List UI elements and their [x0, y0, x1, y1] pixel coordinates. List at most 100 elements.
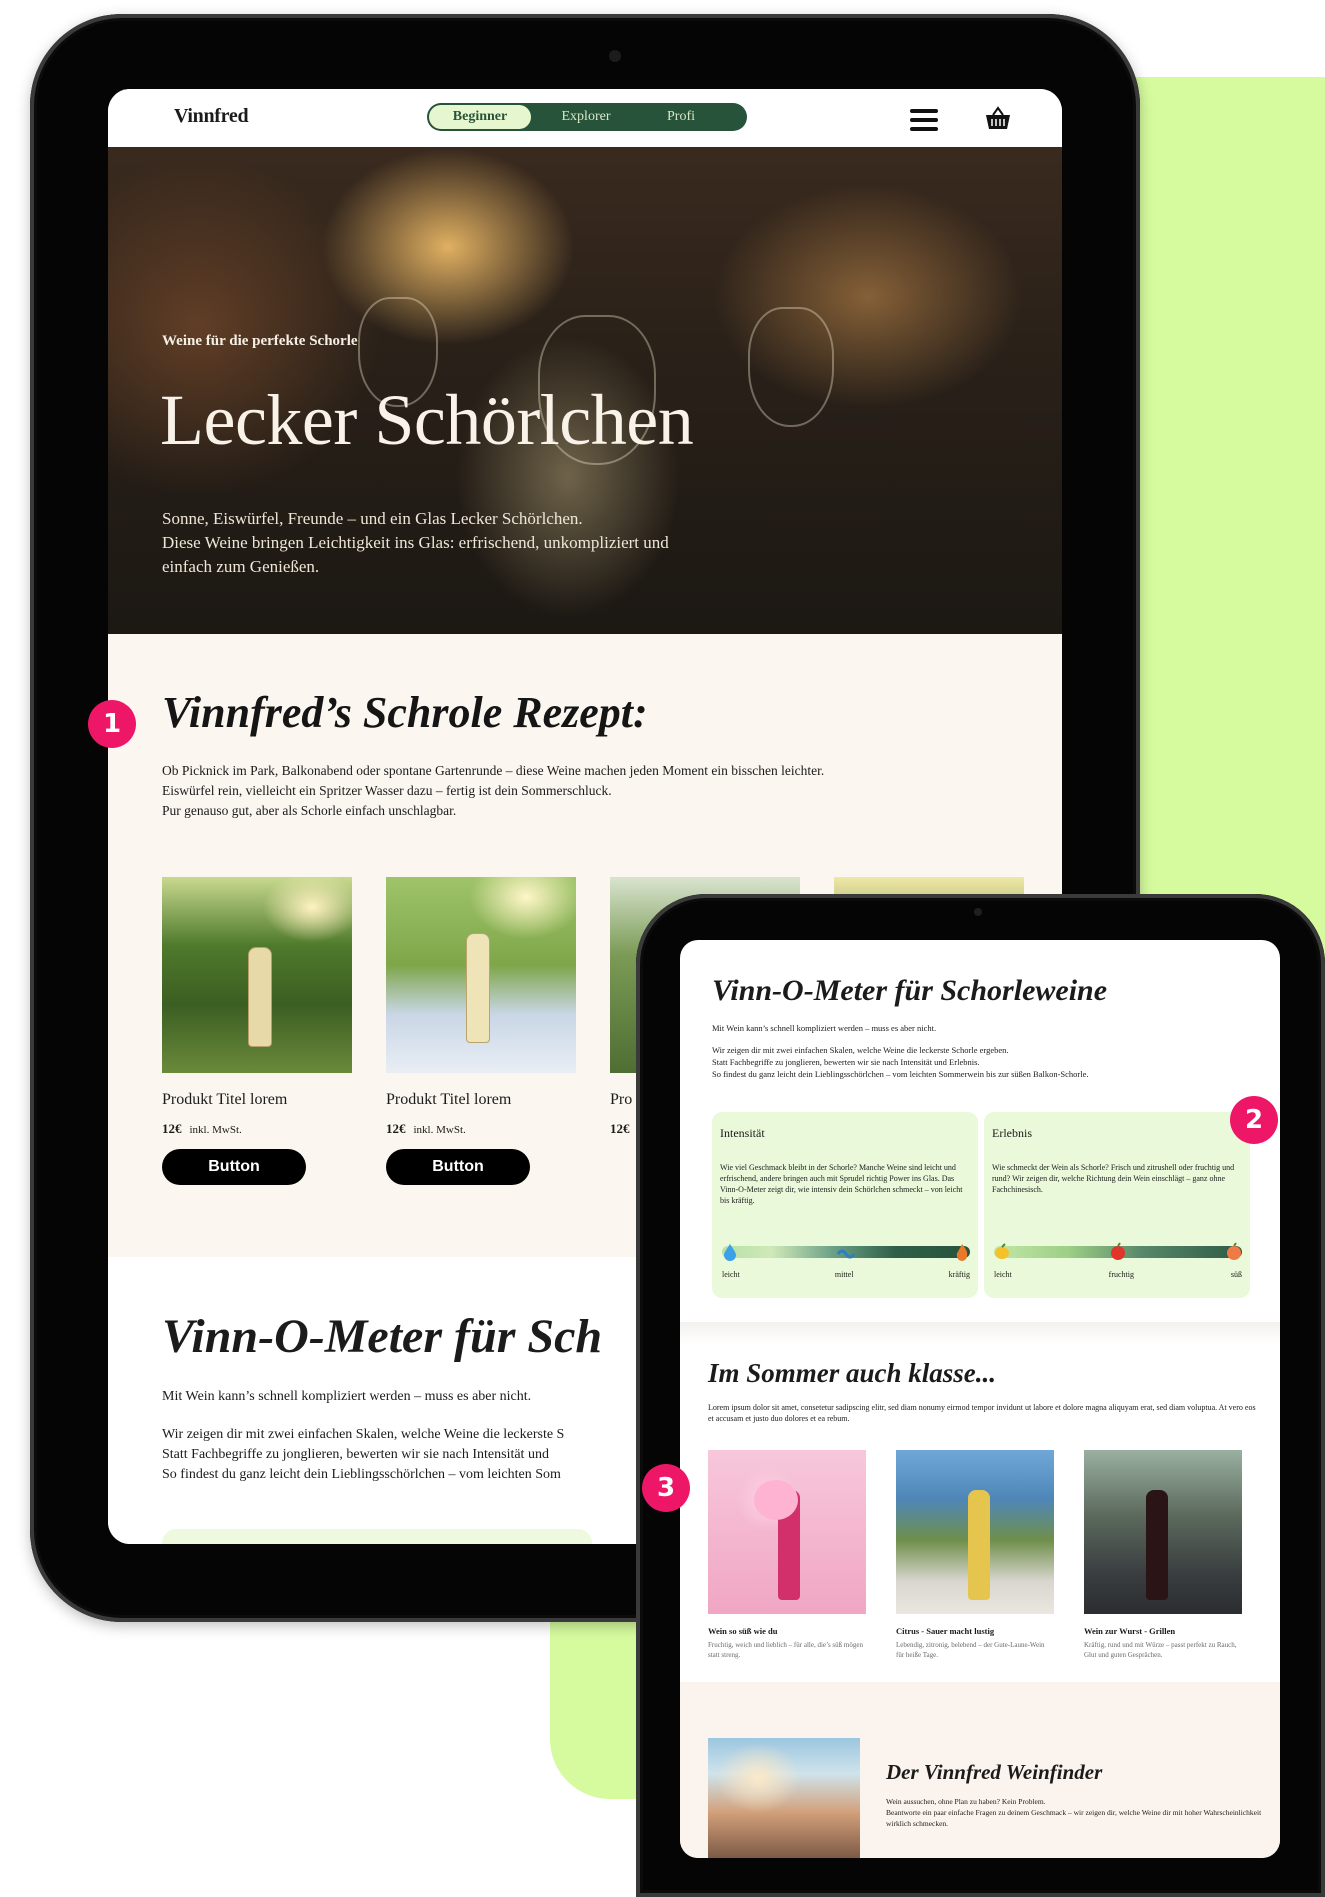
hero-text: Sonne, Eiswürfel, Freunde – und ein Glas… — [162, 507, 842, 579]
apple-icon — [1111, 1242, 1125, 1260]
hamburger-menu-icon[interactable] — [910, 109, 938, 131]
tablet-small: Vinn-O-Meter für Schorleweine Mit Wein k… — [636, 894, 1325, 1897]
finder-title: Der Vinnfred Weinfinder — [886, 1760, 1103, 1784]
recipe-text-line: Eiswürfel rein, vielleicht ein Spritzer … — [162, 783, 612, 798]
wine-bottle-image — [968, 1490, 990, 1600]
hero-text-line: einfach zum Genießen. — [162, 557, 320, 576]
card-title: Erlebnis — [992, 1126, 1032, 1140]
scale-labels: leicht fruchtig süß — [994, 1270, 1242, 1279]
summer-card-title[interactable]: Wein zur Wurst - Grillen — [1084, 1626, 1175, 1636]
lemon-icon — [995, 1243, 1009, 1259]
meter-text-line: Statt Fachbegriffe zu jonglieren, bewert… — [162, 1447, 549, 1462]
product-card[interactable]: Produkt Titel lorem 12€ inkl. MwSt. Butto… — [386, 877, 576, 1185]
meter-text-line: Statt Fachbegriffe zu jonglieren, bewert… — [712, 1057, 980, 1067]
annotation-badge-2: 2 — [1230, 1096, 1278, 1144]
meter-text: Wir zeigen dir mit zwei einfachen Skalen… — [162, 1425, 564, 1485]
scale-label: süß — [1230, 1270, 1242, 1279]
summer-card-title[interactable]: Citrus - Sauer macht lustig — [896, 1626, 994, 1636]
summer-card-desc: Fruchtig, weich und lieblich – für alle,… — [708, 1641, 863, 1659]
product-image-vineyard[interactable] — [162, 877, 352, 1073]
finder-text: Wein aussuchen, ohne Plan zu haben? Kein… — [886, 1796, 1266, 1829]
product-title[interactable]: Produkt Titel lorem — [386, 1091, 511, 1109]
summer-card[interactable]: Citrus - Sauer macht lustig Lebendig, zi… — [896, 1450, 1054, 1659]
meter-text: Wir zeigen dir mit zwei einfachen Skalen… — [712, 1044, 1089, 1080]
meter-text-line: So findest du ganz leicht dein Lieblings… — [162, 1467, 561, 1482]
product-button[interactable]: Button — [386, 1149, 530, 1185]
wine-bottle-image — [248, 947, 272, 1047]
product-title[interactable]: Produkt Titel lorem — [162, 1091, 287, 1109]
product-button[interactable]: Button — [162, 1149, 306, 1185]
price-value: 12€ — [386, 1121, 406, 1136]
meter-text-line: So findest du ganz leicht dein Lieblings… — [712, 1069, 1089, 1079]
summer-title: Im Sommer auch klasse... — [708, 1358, 997, 1388]
summer-card-title[interactable]: Wein so süß wie du — [708, 1626, 777, 1636]
summer-card-desc: Lebendig, zitronig, belebend – der Gute-… — [896, 1641, 1045, 1659]
scale-label: fruchtig — [1108, 1270, 1134, 1279]
section-divider — [680, 1322, 1280, 1344]
shopping-basket-icon[interactable] — [984, 105, 1012, 131]
product-price: 12€ — [610, 1121, 630, 1137]
tax-note: inkl. MwSt. — [189, 1124, 242, 1136]
tablet-small-screen: Vinn-O-Meter für Schorleweine Mit Wein k… — [680, 940, 1280, 1858]
price-value: 12€ — [162, 1121, 182, 1136]
meter-text-line: Wir zeigen dir mit zwei einfachen Skalen… — [162, 1427, 565, 1442]
summer-card[interactable]: Wein zur Wurst - Grillen Kräftig, rund u… — [1084, 1450, 1242, 1659]
product-image-picnic[interactable] — [386, 877, 576, 1073]
scale-labels: leicht mittel kräftig — [722, 1270, 970, 1279]
level-tab-beginner[interactable]: Beginner — [429, 105, 531, 129]
meter-intro: Mit Wein kann’s schnell kompliziert werd… — [712, 1023, 937, 1033]
summer-image-sweet[interactable] — [708, 1450, 866, 1614]
front-camera — [974, 908, 982, 916]
meter-title: Vinn-O-Meter für Sch — [162, 1310, 603, 1363]
wine-glass-image — [748, 307, 834, 427]
annotation-badge-3: 3 — [642, 1464, 690, 1512]
product-card[interactable]: Produkt Titel lorem 12€ inkl. MwSt. Butto… — [162, 877, 352, 1185]
scale-label: mittel — [834, 1270, 854, 1279]
annotation-badge-1: 1 — [88, 700, 136, 748]
product-price: 12€ inkl. MwSt. — [386, 1121, 466, 1137]
card-text: Wie viel Geschmack bleibt in der Schorle… — [720, 1163, 963, 1205]
scale-label: leicht — [994, 1270, 1012, 1279]
top-navbar: Vinnfred Beginner Explorer Profi — [108, 89, 1062, 147]
hero-title: Lecker Schörlchen — [160, 380, 694, 460]
recipe-text: Ob Picknick im Park, Balkonabend oder sp… — [162, 761, 1002, 821]
card-text: Wie schmeckt der Wein als Schorle? Frisc… — [992, 1163, 1235, 1194]
peach-icon — [1227, 1242, 1241, 1260]
meter-title: Vinn-O-Meter für Schorleweine — [712, 974, 1108, 1007]
finder-text-line: Wein aussuchen, ohne Plan zu haben? Kein… — [886, 1797, 1046, 1806]
recipe-title: Vinnfred’s Schrole Rezept: — [162, 688, 648, 737]
summer-text: Lorem ipsum dolor sit amet, consetetur s… — [708, 1403, 1256, 1423]
cotton-candy-image — [754, 1480, 798, 1520]
front-camera — [609, 50, 621, 62]
product-price: 12€ inkl. MwSt. — [162, 1121, 242, 1137]
level-tab-explorer[interactable]: Explorer — [531, 109, 641, 125]
scale-label: leicht — [722, 1270, 740, 1279]
wine-bottle-image — [1146, 1490, 1168, 1600]
summer-card-desc: Kräftig, rund und mit Würze – passt perf… — [1084, 1641, 1237, 1659]
intensity-card: Intensität Wie viel Geschmack bleibt in … — [712, 1112, 978, 1298]
summer-card[interactable]: Wein so süß wie du Fruchtig, weich und l… — [708, 1450, 866, 1659]
hero-banner: Weine für die perfekte Schorle Lecker Sc… — [108, 147, 1062, 634]
level-tab-profi[interactable]: Profi — [641, 109, 721, 125]
flame-icon — [956, 1244, 968, 1261]
water-drop-icon — [724, 1244, 736, 1261]
wine-bottle-image — [466, 933, 490, 1043]
meter-intro: Mit Wein kann’s schnell kompliziert werd… — [162, 1389, 532, 1404]
site-logo[interactable]: Vinnfred — [174, 105, 249, 128]
wave-icon — [836, 1249, 856, 1259]
scale-label: kräftig — [948, 1270, 970, 1279]
finder-text-line: Beantworte ein paar einfache Fragen zu d… — [886, 1808, 1262, 1828]
tax-note: inkl. MwSt. — [413, 1124, 466, 1136]
hero-eyebrow: Weine für die perfekte Schorle — [162, 333, 358, 349]
price-value: 12€ — [610, 1121, 630, 1136]
summer-image-citrus[interactable] — [896, 1450, 1054, 1614]
card-title: Intensität — [720, 1126, 765, 1140]
summer-image-grill[interactable] — [1084, 1450, 1242, 1614]
product-title[interactable]: Pro — [610, 1091, 632, 1109]
level-switch: Beginner Explorer Profi — [427, 103, 747, 131]
recipe-text-line: Ob Picknick im Park, Balkonabend oder sp… — [162, 763, 825, 778]
meter-text-line: Wir zeigen dir mit zwei einfachen Skalen… — [712, 1045, 1009, 1055]
hero-text-line: Diese Weine bringen Leichtigkeit ins Gla… — [162, 533, 669, 552]
finder-image-friends — [708, 1738, 860, 1858]
hero-text-line: Sonne, Eiswürfel, Freunde – und ein Glas… — [162, 509, 583, 528]
